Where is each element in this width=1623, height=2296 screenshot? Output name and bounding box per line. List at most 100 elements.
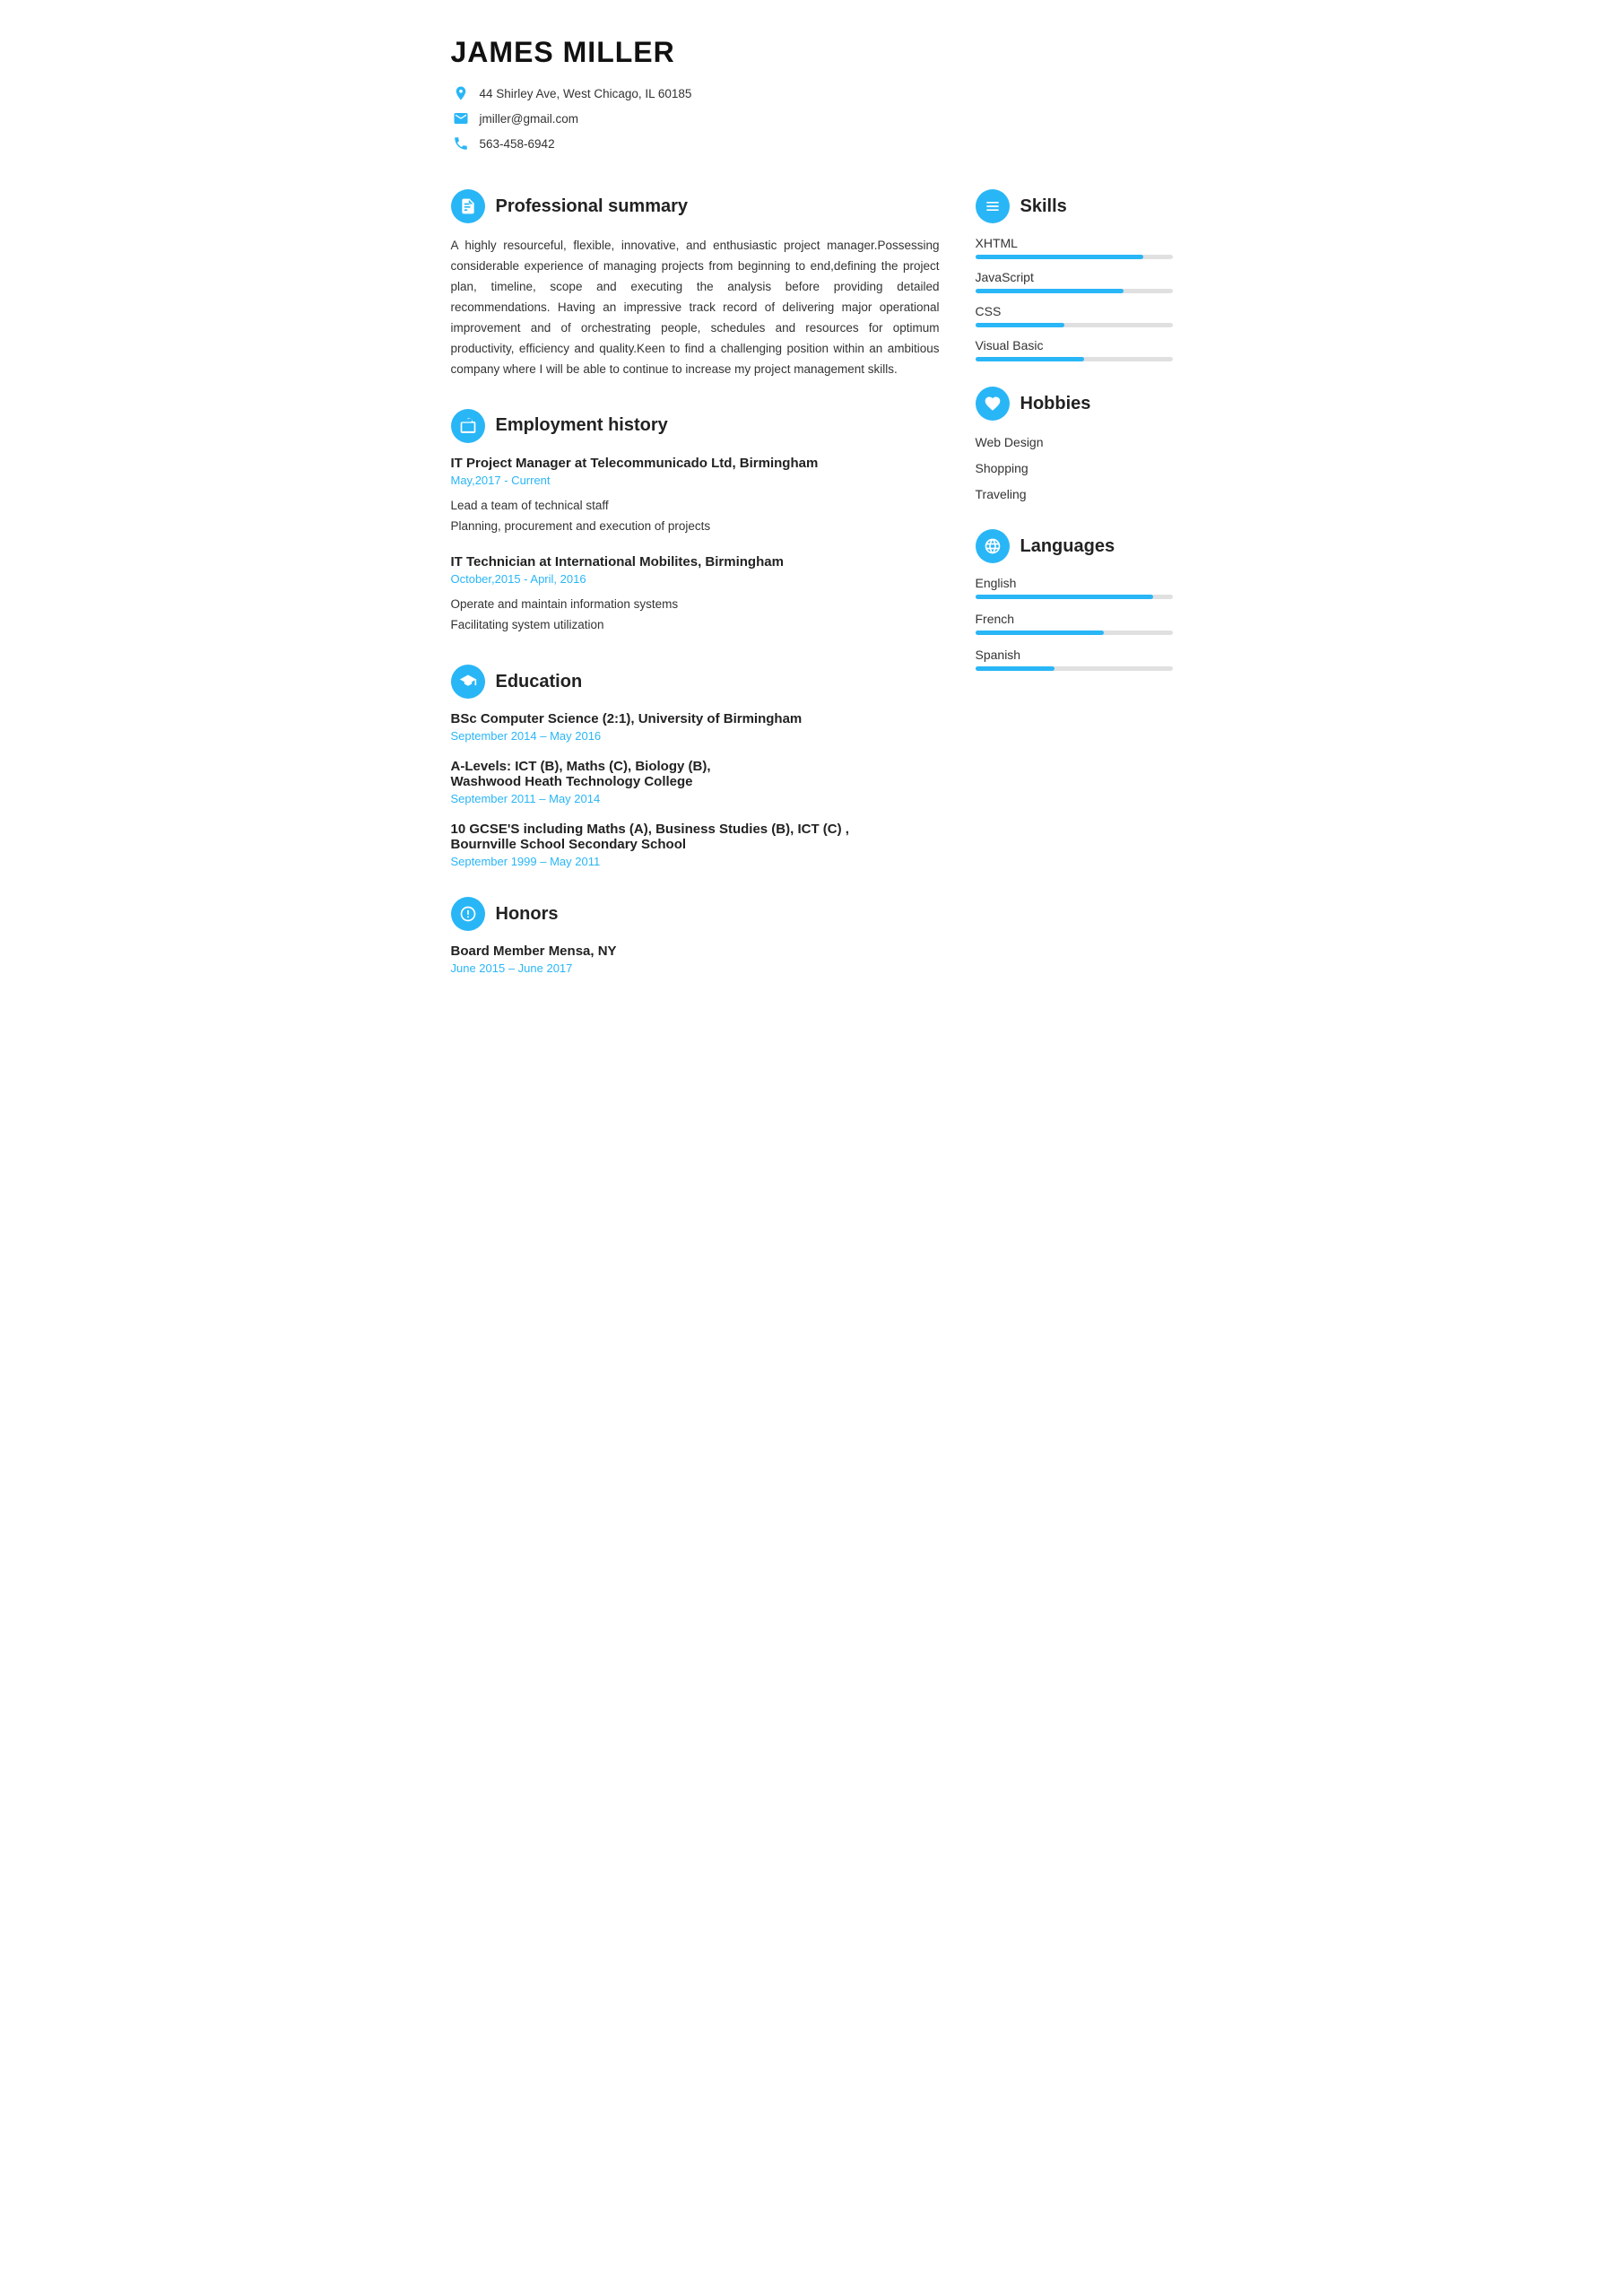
contact-address: 44 Shirley Ave, West Chicago, IL 60185 xyxy=(451,83,1173,103)
hobby-1: Shopping xyxy=(976,459,1173,478)
skill-xhtml: XHTML xyxy=(976,236,1173,259)
contact-email: jmiller@gmail.com xyxy=(451,109,1173,128)
education-section: Education BSc Computer Science (2:1), Un… xyxy=(451,665,940,868)
contact-info: 44 Shirley Ave, West Chicago, IL 60185 j… xyxy=(451,83,1173,153)
skills-section: Skills XHTML JavaScript CSS xyxy=(976,189,1173,361)
employment-header: Employment history xyxy=(451,409,940,443)
skill-bar-fill-2 xyxy=(976,323,1064,327)
edu-item-1: A-Levels: ICT (B), Maths (C), Biology (B… xyxy=(451,759,940,805)
education-list: BSc Computer Science (2:1), University o… xyxy=(451,711,940,868)
skill-name-3: Visual Basic xyxy=(976,338,1173,352)
summary-title: Professional summary xyxy=(496,196,689,217)
education-header: Education xyxy=(451,665,940,699)
job-duty-1-1: Facilitating system utilization xyxy=(451,615,940,636)
jobs-list: IT Project Manager at Telecommunicado Lt… xyxy=(451,456,940,637)
summary-text: A highly resourceful, flexible, innovati… xyxy=(451,236,940,380)
summary-section: Professional summary A highly resourcefu… xyxy=(451,189,940,380)
lang-bar-bg-2 xyxy=(976,666,1173,671)
languages-list: English French Spanish xyxy=(976,576,1173,671)
email-text: jmiller@gmail.com xyxy=(480,112,578,126)
job-duty-0-1: Planning, procurement and execution of p… xyxy=(451,517,940,537)
honors-header: Honors xyxy=(451,897,940,931)
honors-item-title-0: Board Member Mensa, NY xyxy=(451,944,940,959)
edu-title-0: BSc Computer Science (2:1), University o… xyxy=(451,711,940,726)
hobbies-title: Hobbies xyxy=(1020,394,1091,414)
skill-bar-fill-3 xyxy=(976,357,1084,361)
employment-title: Employment history xyxy=(496,415,668,436)
skill-visualbasic: Visual Basic xyxy=(976,338,1173,361)
honors-list: Board Member Mensa, NY June 2015 – June … xyxy=(451,944,940,975)
lang-bar-bg-1 xyxy=(976,631,1173,635)
right-column: Skills XHTML JavaScript CSS xyxy=(976,189,1173,1004)
job-date-1: October,2015 - April, 2016 xyxy=(451,572,940,586)
main-layout: Professional summary A highly resourcefu… xyxy=(451,189,1173,1004)
phone-text: 563-458-6942 xyxy=(480,137,555,151)
lang-english: English xyxy=(976,576,1173,599)
skill-bar-fill-0 xyxy=(976,255,1143,259)
lang-name-1: French xyxy=(976,612,1173,626)
employment-icon xyxy=(451,409,485,443)
location-icon xyxy=(451,83,471,103)
job-duty-1-0: Operate and maintain information systems xyxy=(451,595,940,615)
lang-bar-fill-2 xyxy=(976,666,1055,671)
education-title: Education xyxy=(496,672,583,692)
languages-header: Languages xyxy=(976,529,1173,563)
hobbies-icon xyxy=(976,387,1010,421)
skill-css: CSS xyxy=(976,304,1173,327)
skill-bar-fill-1 xyxy=(976,289,1124,293)
skills-icon xyxy=(976,189,1010,223)
edu-date-0: September 2014 – May 2016 xyxy=(451,729,940,743)
job-title-1: IT Technician at International Mobilites… xyxy=(451,554,940,570)
education-icon xyxy=(451,665,485,699)
honors-section: Honors Board Member Mensa, NY June 2015 … xyxy=(451,897,940,975)
lang-french: French xyxy=(976,612,1173,635)
skills-list: XHTML JavaScript CSS xyxy=(976,236,1173,361)
lang-spanish: Spanish xyxy=(976,648,1173,671)
left-column: Professional summary A highly resourcefu… xyxy=(451,189,940,1004)
summary-header: Professional summary xyxy=(451,189,940,223)
skill-javascript: JavaScript xyxy=(976,270,1173,293)
hobby-0: Web Design xyxy=(976,433,1173,452)
skill-name-2: CSS xyxy=(976,304,1173,318)
skill-bar-bg-3 xyxy=(976,357,1173,361)
full-name: JAMES MILLER xyxy=(451,36,1173,69)
job-item-1: IT Technician at International Mobilites… xyxy=(451,554,940,636)
lang-name-0: English xyxy=(976,576,1173,590)
lang-name-2: Spanish xyxy=(976,648,1173,662)
skill-name-1: JavaScript xyxy=(976,270,1173,284)
skills-header: Skills xyxy=(976,189,1173,223)
resume-header: JAMES MILLER 44 Shirley Ave, West Chicag… xyxy=(451,36,1173,153)
contact-phone: 563-458-6942 xyxy=(451,134,1173,153)
edu-item-2: 10 GCSE'S including Maths (A), Business … xyxy=(451,822,940,868)
edu-item-0: BSc Computer Science (2:1), University o… xyxy=(451,711,940,743)
edu-title-1: A-Levels: ICT (B), Maths (C), Biology (B… xyxy=(451,759,940,789)
hobby-2: Traveling xyxy=(976,485,1173,504)
skill-bar-bg-0 xyxy=(976,255,1173,259)
job-duty-0-0: Lead a team of technical staff xyxy=(451,496,940,517)
phone-icon xyxy=(451,134,471,153)
lang-bar-fill-0 xyxy=(976,595,1153,599)
languages-title: Languages xyxy=(1020,536,1115,557)
languages-icon xyxy=(976,529,1010,563)
employment-section: Employment history IT Project Manager at… xyxy=(451,409,940,637)
skill-bar-bg-2 xyxy=(976,323,1173,327)
address-text: 44 Shirley Ave, West Chicago, IL 60185 xyxy=(480,87,692,100)
languages-section: Languages English French Spanish xyxy=(976,529,1173,671)
skill-bar-bg-1 xyxy=(976,289,1173,293)
job-date-0: May,2017 - Current xyxy=(451,474,940,487)
hobbies-header: Hobbies xyxy=(976,387,1173,421)
lang-bar-fill-1 xyxy=(976,631,1104,635)
honors-icon xyxy=(451,897,485,931)
skills-title: Skills xyxy=(1020,196,1067,217)
honors-title: Honors xyxy=(496,904,559,925)
edu-title-2: 10 GCSE'S including Maths (A), Business … xyxy=(451,822,940,852)
job-title-0: IT Project Manager at Telecommunicado Lt… xyxy=(451,456,940,471)
skill-name-0: XHTML xyxy=(976,236,1173,250)
edu-date-2: September 1999 – May 2011 xyxy=(451,855,940,868)
job-item-0: IT Project Manager at Telecommunicado Lt… xyxy=(451,456,940,537)
hobbies-list: Web Design Shopping Traveling xyxy=(976,433,1173,504)
honors-item-date-0: June 2015 – June 2017 xyxy=(451,961,940,975)
summary-icon xyxy=(451,189,485,223)
hobbies-section: Hobbies Web Design Shopping Traveling xyxy=(976,387,1173,504)
edu-date-1: September 2011 – May 2014 xyxy=(451,792,940,805)
